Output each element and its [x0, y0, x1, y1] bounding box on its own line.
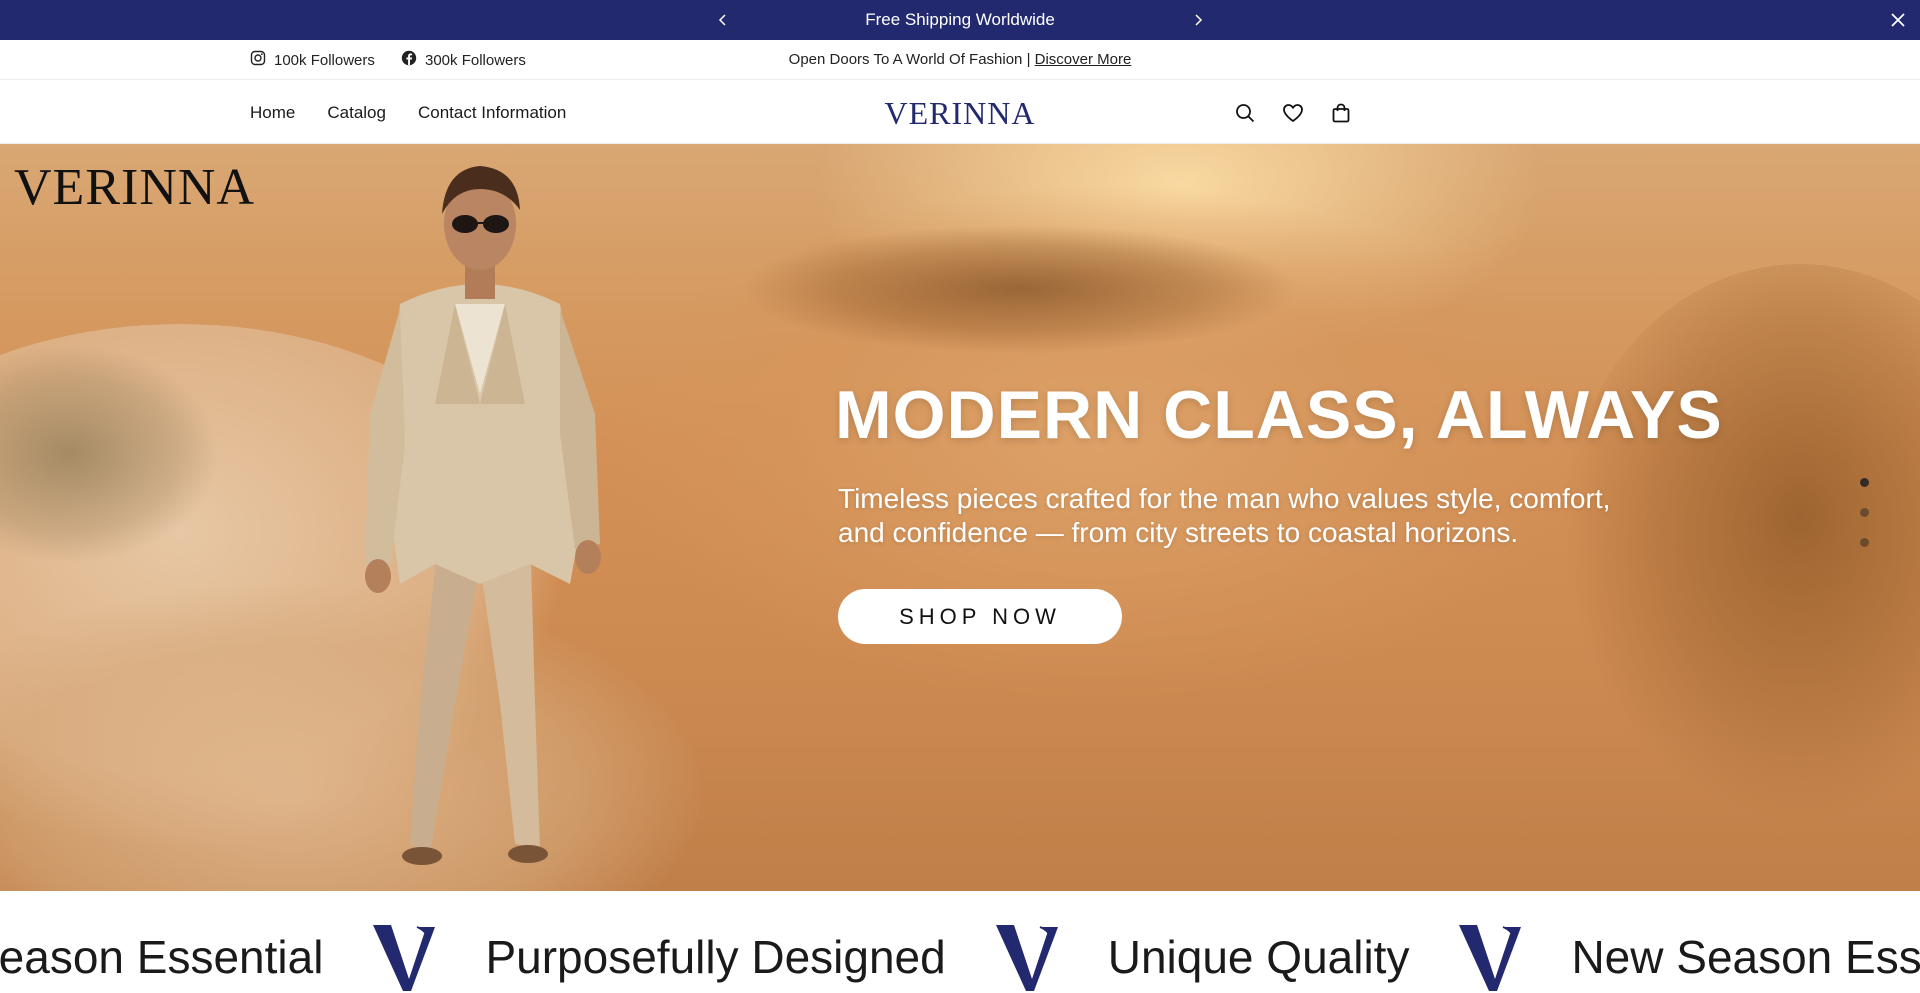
- hero-banner: VERINNA MODERN CLASS, ALWAYS Timeless pi…: [0, 144, 1920, 891]
- v-logo-icon: [369, 921, 439, 993]
- slide-dot[interactable]: [1860, 478, 1869, 487]
- model-figure: [365, 166, 601, 865]
- utility-bar: 100k Followers 300k Followers Open Doors…: [0, 40, 1920, 80]
- v-logo-icon: [992, 921, 1062, 993]
- marquee-item: Unique Quality: [1107, 931, 1410, 983]
- announcement-bar: Free Shipping Worldwide: [0, 0, 1920, 40]
- v-logo-icon: [1455, 921, 1525, 993]
- marquee-item: New Season Essential: [1571, 931, 1920, 983]
- hero-subtitle: Timeless pieces crafted for the man who …: [838, 483, 1611, 548]
- hero-title: MODERN CLASS, ALWAYS: [835, 377, 1723, 453]
- marquee-track: Season Essential Purposefully Designed U…: [0, 921, 1920, 993]
- announcement-message: Free Shipping Worldwide: [865, 10, 1055, 29]
- grass-shape: [740, 224, 1300, 354]
- discover-more-link[interactable]: Discover More: [1035, 51, 1132, 68]
- slide-dot[interactable]: [1860, 508, 1869, 517]
- heart-icon[interactable]: [1282, 102, 1304, 124]
- bag-icon[interactable]: [1330, 102, 1352, 124]
- chevron-right-icon[interactable]: [1188, 10, 1208, 30]
- marquee-strip: Season Essential Purposefully Designed U…: [0, 891, 1920, 993]
- marquee-item: Purposefully Designed: [485, 931, 946, 983]
- promo-text: Open Doors To A World Of Fashion | Disco…: [0, 40, 1920, 80]
- marquee-item: Season Essential: [0, 931, 324, 983]
- header-icons: [1234, 81, 1352, 144]
- slide-dot[interactable]: [1860, 538, 1869, 547]
- site-header: Home Catalog Contact Information VERINNA: [0, 81, 1920, 144]
- search-icon[interactable]: [1234, 102, 1256, 124]
- slide-pagination: [1860, 478, 1869, 547]
- close-icon[interactable]: [1888, 10, 1908, 30]
- hero-logo: VERINNA: [14, 159, 255, 216]
- site-logo[interactable]: VERINNA: [0, 95, 1920, 132]
- shop-now-button[interactable]: SHOP NOW: [838, 589, 1122, 644]
- promo-message: Open Doors To A World Of Fashion |: [788, 51, 1035, 68]
